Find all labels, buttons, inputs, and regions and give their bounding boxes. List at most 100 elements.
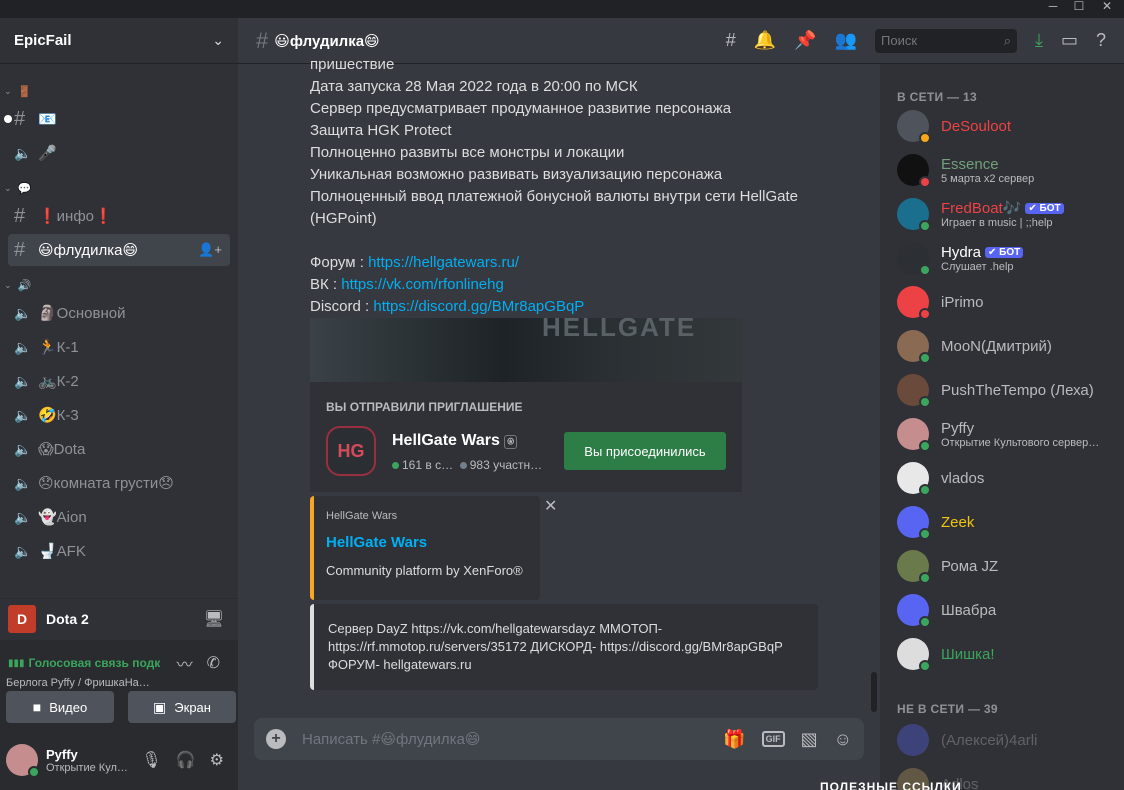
discord-link[interactable]: https://discord.gg/BMr8apGBqP [373,298,584,315]
message-line: Полноценный ввод платежной бонусной валю… [310,188,798,205]
microphone-icon[interactable]: 🎙 [141,750,161,770]
channel-item[interactable]: # ❗инфо❗ [8,200,230,232]
download-icon[interactable]: ⤓ [1035,30,1043,51]
channel-item[interactable]: # 📧 [4,103,230,135]
gift-icon[interactable]: 🎁 [723,729,745,750]
message-line: Полноценно развиты все монстры и локации [310,144,625,161]
attach-plus-icon[interactable]: + [266,729,286,749]
member-name-text: vlados [941,469,985,487]
member-item-offline[interactable]: (Алексей)4arli [897,720,1117,760]
screen-button[interactable]: ▣ Экран [128,691,236,723]
member-name: Zeek [941,514,974,531]
signal-icon[interactable]: ▮▮▮ [8,658,25,669]
forum-link[interactable]: https://hellgatewars.ru/ [368,254,519,271]
avatar [897,110,931,144]
headphones-icon[interactable]: 🎧 [176,750,196,770]
channel-item[interactable]: 🔈 😱Dota [8,433,230,465]
member-item[interactable]: DeSouloot [897,106,1117,146]
channel-item[interactable]: 🔈 🤣К-3 [8,399,230,431]
game-activity[interactable]: D Dota 2 🖥 [0,598,238,638]
member-item[interactable]: Hydra ✔ БОТ Слушает .help [897,238,1117,278]
avatar [897,374,931,408]
bell-icon[interactable]: 🔔 [754,30,776,51]
server-icon[interactable]: HG [326,426,376,476]
member-item[interactable]: PushTheTempo (Леха) [897,370,1117,410]
invite-user-icon[interactable]: 👤+ [198,242,222,258]
member-name-text: DeSouloot [941,117,1012,135]
vk-link[interactable]: https://vk.com/rfonlinehg [341,276,504,293]
screen-share-icon[interactable]: 🖥 [204,609,224,629]
category-2[interactable]: ⌄ 💬 [0,177,238,199]
threads-icon[interactable]: # [726,30,736,51]
member-item[interactable]: Zeek [897,502,1117,542]
channel-item[interactable]: 🔈 👻Aion [8,501,230,533]
member-item[interactable]: Pyffy Открытие Культового сервер… [897,414,1117,454]
category-3[interactable]: ⌄ 🔊 [0,274,238,296]
channel-item[interactable]: 🔈 🚲К-2 [8,365,230,397]
message-composer[interactable]: + Написать #😃флудилка😄 🎁 GIF ▧ ☺ [254,718,864,760]
member-item[interactable]: Шишка! [897,634,1117,674]
noise-suppression-icon[interactable]: 〰 [177,651,193,675]
avatar [897,330,931,364]
channel-item[interactable]: 🔈 🚽AFK [8,535,230,567]
member-item[interactable]: FredBoat🎶 ✔ БОТ Играет в music | ;;help [897,194,1117,234]
search-input[interactable]: Поиск ⌕ [875,28,1017,53]
members-icon[interactable]: 👥 [835,30,857,51]
member-item[interactable]: Essence 5 марта x2 сервер [897,150,1117,190]
channel-name: 😱Dota [38,441,86,458]
status-indicator [919,484,931,496]
pin-icon[interactable]: 📌 [794,30,816,51]
channel-item[interactable]: 🔈 🏃К-1 [8,331,230,363]
member-name: Швабра [941,602,996,619]
message-line: пришествие [310,56,395,73]
video-button[interactable]: ■ Видео [6,691,114,723]
emoji-icon[interactable]: ☺ [834,729,852,750]
message-input[interactable]: Написать #😃флудилка😄 [302,730,707,748]
close-icon[interactable]: ✕ [544,496,557,516]
member-item[interactable]: Швабра [897,590,1117,630]
avatar [897,198,931,232]
disconnect-icon[interactable]: ✆ [207,653,220,673]
message-content: пришествие Дата запуска 28 Мая 2022 года… [310,54,870,318]
avatar [897,154,931,188]
channel-item-active[interactable]: # 😃флудилка😄 👤+ [8,234,230,266]
category-1[interactable]: ⌄ 🚪 [0,80,238,102]
voice-location[interactable]: Берлога Pyffy / ФришкаНа… [0,675,238,691]
member-item[interactable]: Рома JZ [897,546,1117,586]
channel-item[interactable]: 🔈 🎤 [8,137,230,169]
channel-item[interactable]: 🔈 🗿Основной [8,297,230,329]
banner-text: HELLGATE [542,318,697,342]
sticker-icon[interactable]: ▧ [801,729,818,750]
channel-item[interactable]: 🔈 😞комната грусти😞 [8,467,230,499]
link-preview-embed: HellGate Wars HellGate Wars Community pl… [310,496,540,600]
member-name-text: Швабра [941,601,997,619]
member-item[interactable]: iPrimo [897,282,1117,322]
status-indicator [919,396,931,408]
channel-name: 🗿Основной [38,305,126,322]
close-icon[interactable]: ✕ [1094,0,1120,14]
maximize-icon[interactable]: ☐ [1066,0,1092,14]
channel-name: 📧 [38,111,57,128]
guild-header[interactable]: EpicFail ⌄ [0,18,238,64]
embed-title-link[interactable]: HellGate Wars [326,534,528,551]
joined-button[interactable]: Вы присоединились [564,432,726,470]
minimize-icon[interactable]: ─ [1040,0,1066,14]
invite-stats: 161 в с… 983 участн… [392,458,542,472]
discord-line: Discord : https://discord.gg/BMr8apGBqP [310,296,870,318]
member-item[interactable]: MooN(Дмитрий) [897,326,1117,366]
inbox-icon[interactable]: ▭ [1061,30,1078,51]
member-name: Рома JZ [941,558,998,575]
scrollbar[interactable] [871,672,877,712]
gear-icon[interactable]: ⚙ [210,750,224,770]
member-name-text: Essence [941,155,999,173]
member-name-text: Zeek [941,513,975,531]
member-activity: Играет в music | ;;help [941,217,1053,229]
chevron-down-icon[interactable]: ⌄ [212,32,224,49]
avatar [897,594,931,628]
avatar[interactable] [6,744,40,778]
member-item[interactable]: vlados [897,458,1117,498]
voice-status[interactable]: Голосовая связь подк [29,656,163,670]
screen-label: Экран [174,699,211,715]
gif-icon[interactable]: GIF [761,731,785,747]
help-icon[interactable]: ? [1096,30,1106,51]
